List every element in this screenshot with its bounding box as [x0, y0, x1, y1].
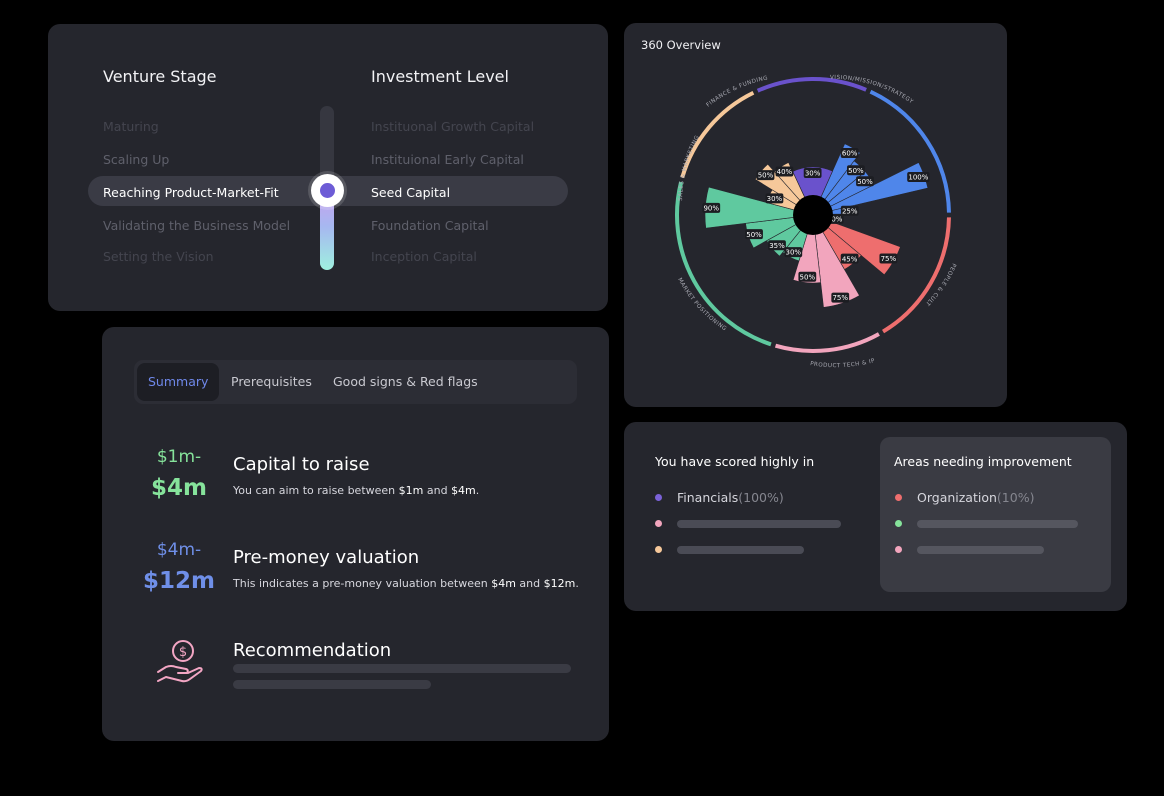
slider-handle-dot	[320, 183, 335, 198]
value-label: 100%	[908, 174, 928, 182]
venture-option[interactable]: Validating the Business Model	[103, 218, 290, 233]
high-score-item: Financials(100%)	[677, 490, 784, 505]
money-hand-icon: $	[157, 640, 203, 683]
high-score-dot	[655, 546, 662, 553]
recommendation-placeholder-line	[233, 680, 431, 689]
value-label: 50%	[746, 231, 762, 239]
overview-card: 360 Overview 60% 50% 50% 100% 25% 10% 75% 45% 75…	[624, 23, 1007, 407]
summary-card: Summary Prerequisites Good signs & Red f…	[102, 327, 609, 741]
improvement-placeholder	[917, 546, 1044, 554]
recommendation-placeholder-line	[233, 664, 571, 673]
value-label: 50%	[758, 172, 774, 180]
tab-good-signs-red-flags[interactable]: Good signs & Red flags	[322, 363, 489, 401]
value-label: 30%	[805, 170, 821, 178]
high-score-dot	[655, 520, 662, 527]
category-label-product: PRODUCT TECH & IP	[810, 358, 876, 369]
high-score-placeholder	[677, 546, 804, 554]
improvement-placeholder	[917, 520, 1078, 528]
scores-card: You have scored highly in Financials(100…	[624, 422, 1127, 611]
tab-summary[interactable]: Summary	[137, 363, 220, 401]
category-label-people: PEOPLE & CULTURE	[624, 23, 957, 307]
capital-title: Capital to raise	[233, 454, 370, 475]
improvement-item: Organization(10%)	[917, 490, 1035, 505]
valuation-title: Pre-money valuation	[233, 547, 420, 568]
stage-selector-card: Venture Stage Investment Level Maturing …	[48, 24, 608, 311]
category-ring-arc	[882, 217, 951, 334]
value-label: 40%	[777, 168, 793, 176]
high-score-placeholder	[677, 520, 841, 528]
venture-option-selected[interactable]: Reaching Product-Market-Fit	[103, 185, 279, 200]
value-label: 45%	[842, 255, 858, 263]
tab-prerequisites[interactable]: Prerequisites	[220, 363, 323, 401]
high-score-dot	[655, 494, 662, 501]
investment-option[interactable]: Foundation Capital	[371, 218, 489, 233]
value-label: 25%	[842, 207, 858, 215]
value-label: 75%	[881, 255, 897, 263]
investment-option[interactable]: Inception Capital	[371, 249, 477, 264]
valuation-range-low: $4m-	[156, 540, 202, 560]
category-label-vision: VISION/MISSION/STRATEGY	[830, 75, 914, 105]
capital-range-high: $4m	[151, 475, 207, 501]
valuation-range-high: $12m	[143, 568, 215, 594]
value-label: 75%	[832, 294, 848, 302]
chart-center-hole	[793, 195, 833, 235]
improvement-dot	[895, 546, 902, 553]
value-label: 35%	[769, 242, 785, 250]
improvement-dot	[895, 520, 902, 527]
summary-tabs: Summary Prerequisites Good signs & Red f…	[134, 360, 577, 404]
investment-option-selected[interactable]: Seed Capital	[371, 185, 450, 200]
capital-range-low: $1m-	[156, 447, 202, 467]
investment-level-title: Investment Level	[371, 67, 509, 86]
venture-option[interactable]: Scaling Up	[103, 152, 169, 167]
valuation-description: This indicates a pre-money valuation bet…	[233, 577, 579, 590]
value-label: 90%	[703, 204, 719, 212]
svg-text:$: $	[179, 645, 187, 660]
improvement-dot	[895, 494, 902, 501]
recommendation-title: Recommendation	[233, 640, 392, 661]
investment-option[interactable]: Instituonal Growth Capital	[371, 119, 534, 134]
value-label: 30%	[786, 249, 802, 257]
venture-option[interactable]: Setting the Vision	[103, 249, 214, 264]
category-label-market: MARKET POSITIONING	[676, 277, 727, 332]
high-score-title: You have scored highly in	[655, 454, 815, 469]
value-label: 50%	[848, 167, 864, 175]
category-ring-arc	[680, 90, 755, 179]
category-ring-arc	[774, 332, 880, 353]
venture-stage-title: Venture Stage	[103, 67, 217, 86]
value-label: 30%	[767, 195, 783, 203]
value-label: 50%	[800, 273, 816, 281]
stage-slider-handle[interactable]	[311, 174, 344, 207]
capital-description: You can aim to raise between $1m and $4m…	[233, 484, 480, 497]
improvement-title: Areas needing improvement	[894, 454, 1072, 469]
venture-option[interactable]: Maturing	[103, 119, 159, 134]
value-label: 50%	[857, 178, 873, 186]
value-label: 60%	[842, 150, 858, 158]
investment-option[interactable]: Instituional Early Capital	[371, 152, 524, 167]
improvement-panel: Areas needing improvement Organization(1…	[880, 437, 1111, 592]
overview-polar-chart: 60%50%50%100%25%10%75%45%75%50%30%35%50%…	[624, 23, 957, 369]
